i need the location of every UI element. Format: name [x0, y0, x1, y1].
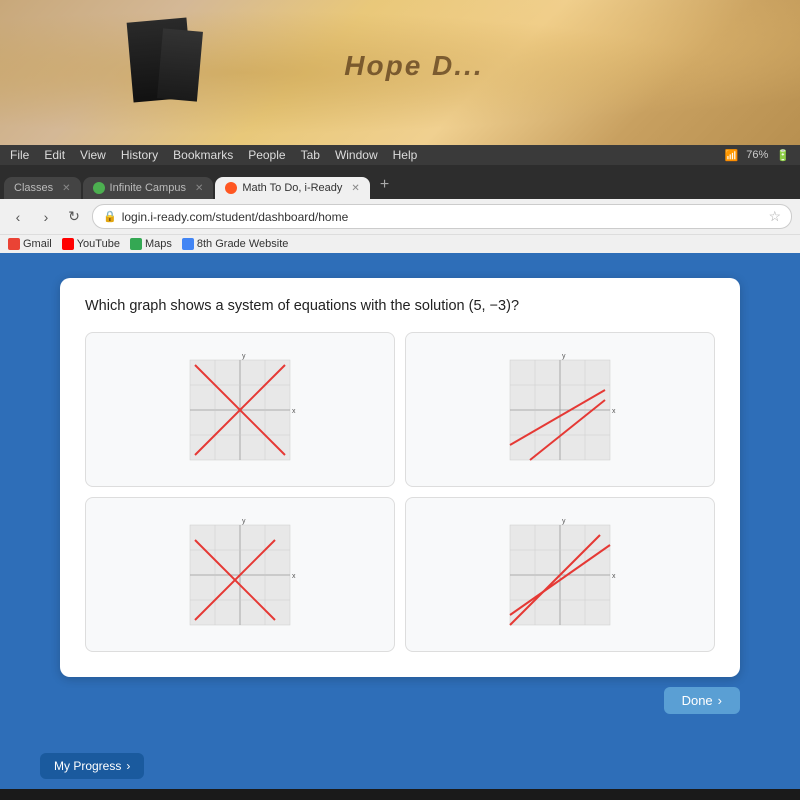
svg-text:y: y	[562, 518, 566, 525]
youtube-icon	[62, 238, 74, 250]
graph-d-svg: x y	[500, 515, 620, 635]
my-progress-arrow-icon: ›	[126, 759, 130, 773]
menu-history[interactable]: History	[121, 148, 158, 162]
done-arrow-icon: ›	[718, 693, 722, 708]
tab-iready[interactable]: Math To Do, i-Ready ✕	[215, 177, 369, 199]
bookmark-school[interactable]: 8th Grade Website	[182, 238, 289, 250]
menu-file[interactable]: File	[10, 148, 29, 162]
tab-iready-close[interactable]: ✕	[351, 183, 359, 194]
tab-classes-close[interactable]: ✕	[62, 183, 70, 194]
browser-chrome: File Edit View History Bookmarks People …	[0, 145, 800, 253]
battery-icon: 🔋	[776, 149, 790, 162]
bookmark-maps[interactable]: Maps	[130, 238, 172, 250]
svg-text:y: y	[242, 353, 246, 360]
top-photo: Hope D...	[0, 0, 800, 145]
graphs-grid: x y x y	[85, 332, 715, 652]
back-button[interactable]: ‹	[8, 207, 28, 227]
graph-a-svg: x y	[180, 350, 300, 470]
graph-d[interactable]: x y	[405, 497, 715, 652]
new-tab-button[interactable]: +	[372, 171, 397, 199]
maps-label: Maps	[145, 238, 172, 250]
url-bar-row: ‹ › ↻ 🔒 login.i-ready.com/student/dashbo…	[0, 199, 800, 234]
bookmark-gmail[interactable]: Gmail	[8, 238, 52, 250]
svg-text:x: x	[292, 408, 296, 415]
menu-view[interactable]: View	[80, 148, 106, 162]
svg-text:x: x	[292, 573, 296, 580]
tab-iready-icon	[225, 182, 237, 194]
tab-infinite-campus[interactable]: Infinite Campus ✕	[83, 177, 214, 199]
battery-level: 76%	[746, 149, 768, 161]
tab-infinite-icon	[93, 182, 105, 194]
menu-tab[interactable]: Tab	[301, 148, 320, 162]
done-button-row: Done ›	[60, 687, 740, 714]
bookmarks-bar: Gmail YouTube Maps 8th Grade Website	[0, 234, 800, 253]
done-button[interactable]: Done ›	[664, 687, 740, 714]
svg-text:y: y	[562, 353, 566, 360]
svg-text:y: y	[242, 518, 246, 525]
bookmark-youtube[interactable]: YouTube	[62, 238, 120, 250]
gmail-icon	[8, 238, 20, 250]
graph-c-svg: x y	[180, 515, 300, 635]
tab-infinite-close[interactable]: ✕	[195, 183, 203, 194]
tab-infinite-label: Infinite Campus	[110, 182, 186, 194]
menu-window[interactable]: Window	[335, 148, 378, 162]
menu-edit[interactable]: Edit	[44, 148, 65, 162]
url-field[interactable]: 🔒 login.i-ready.com/student/dashboard/ho…	[92, 204, 792, 229]
question-text: Which graph shows a system of equations …	[85, 298, 715, 314]
graph-c[interactable]: x y	[85, 497, 395, 652]
question-card: Which graph shows a system of equations …	[60, 278, 740, 677]
menu-bookmarks[interactable]: Bookmarks	[173, 148, 233, 162]
url-text: login.i-ready.com/student/dashboard/home	[122, 210, 349, 224]
menu-help[interactable]: Help	[393, 148, 418, 162]
menu-bar: File Edit View History Bookmarks People …	[0, 145, 800, 165]
my-progress-label: My Progress	[54, 759, 121, 773]
gmail-label: Gmail	[23, 238, 52, 250]
school-icon	[182, 238, 194, 250]
battery-area: 📶 76% 🔋	[725, 149, 790, 162]
refresh-button[interactable]: ↻	[64, 207, 84, 227]
youtube-label: YouTube	[77, 238, 120, 250]
lock-icon: 🔒	[103, 210, 117, 223]
tab-classes-label: Classes	[14, 182, 53, 194]
svg-text:x: x	[612, 573, 616, 580]
bookmark-star-icon[interactable]: ☆	[768, 208, 781, 225]
main-content: Which graph shows a system of equations …	[0, 253, 800, 743]
tab-iready-label: Math To Do, i-Ready	[242, 182, 342, 194]
my-progress-button[interactable]: My Progress ›	[40, 753, 144, 779]
menu-people[interactable]: People	[248, 148, 285, 162]
svg-text:x: x	[612, 408, 616, 415]
school-label: 8th Grade Website	[197, 238, 289, 250]
tab-classes[interactable]: Classes ✕	[4, 177, 81, 199]
graph-b-svg: x y	[500, 350, 620, 470]
graph-b[interactable]: x y	[405, 332, 715, 487]
forward-button[interactable]: ›	[36, 207, 56, 227]
graph-a[interactable]: x y	[85, 332, 395, 487]
bottom-bar: My Progress ›	[0, 743, 800, 789]
done-label: Done	[682, 693, 713, 708]
wifi-icon: 📶	[725, 149, 739, 162]
tabs-bar: Classes ✕ Infinite Campus ✕ Math To Do, …	[0, 165, 800, 199]
maps-icon	[130, 238, 142, 250]
photo-text: Hope D...	[344, 50, 483, 82]
